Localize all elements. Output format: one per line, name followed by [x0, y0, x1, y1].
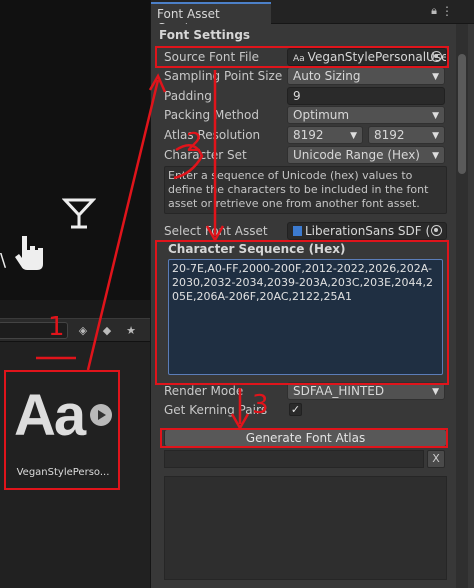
annotation-step-3: 3 [252, 390, 269, 420]
annotation-arrows [36, 70, 250, 431]
annotation-step-2: 2 [186, 128, 203, 158]
screen: \ ◈ ◆ ★ Aa VeganStylePerso... Font Asset… [0, 0, 474, 588]
annotation-step-1: 1 [48, 312, 65, 342]
